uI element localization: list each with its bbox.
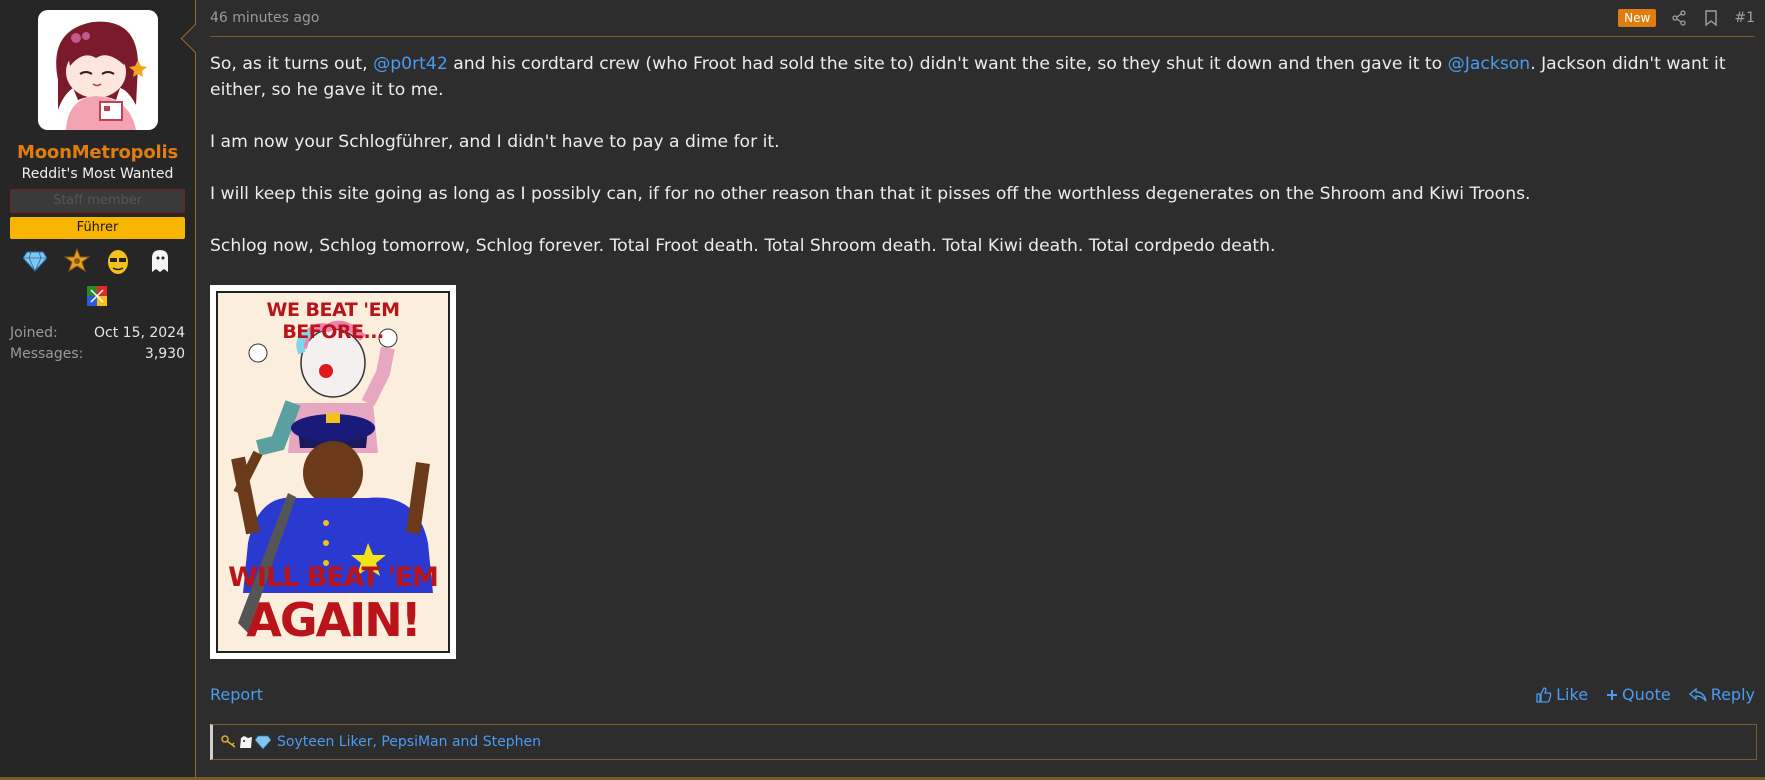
poster-image: WE BEAT 'EM BEFORE... WILL BEAT 'EM AGAI… xyxy=(216,291,450,653)
dog-icon xyxy=(238,734,254,750)
diamond-icon xyxy=(255,734,271,750)
like-button[interactable]: Like xyxy=(1536,685,1588,704)
text-span: So, as it turns out, xyxy=(210,54,374,74)
bookmark-icon[interactable] xyxy=(1702,9,1720,27)
new-badge: New xyxy=(1618,9,1657,27)
username[interactable]: MoonMetropolis xyxy=(0,142,195,163)
share-icon[interactable] xyxy=(1670,9,1688,27)
yellow-face-icon[interactable] xyxy=(104,247,132,275)
reply-icon xyxy=(1688,687,1707,701)
puzzle-flag-icon[interactable] xyxy=(84,283,112,311)
key-icon xyxy=(221,734,237,750)
post-timestamp[interactable]: 46 minutes ago xyxy=(210,10,319,26)
paragraph-1: So, as it turns out, @p0rt42 and his cor… xyxy=(210,51,1755,103)
like-label: Like xyxy=(1556,685,1589,704)
quote-label: Quote xyxy=(1622,685,1671,704)
trophy-row xyxy=(14,247,181,275)
diamond-icon[interactable] xyxy=(21,247,49,275)
user-stats: Joined: Oct 15, 2024 Messages: 3,930 xyxy=(10,323,185,365)
stat-value[interactable]: 3,930 xyxy=(145,344,185,365)
reaction-users[interactable]: Soyteen Liker, PepsiMan and Stephen xyxy=(277,734,541,750)
stat-key: Joined: xyxy=(10,325,58,341)
reaction-icons xyxy=(221,734,271,750)
thumbs-up-icon xyxy=(1536,686,1552,703)
report-link[interactable]: Report xyxy=(210,685,263,704)
post-header-actions: New #1 xyxy=(1618,9,1755,27)
plus-icon xyxy=(1607,689,1618,700)
staff-banner: Staff member xyxy=(10,189,185,213)
paragraph-4: Schlog now, Schlog tomorrow, Schlog fore… xyxy=(210,236,1276,256)
reply-button[interactable]: Reply xyxy=(1688,685,1755,704)
text-span: and his cordtard crew (who Froot had sol… xyxy=(447,54,1448,74)
post-body: So, as it turns out, @p0rt42 and his cor… xyxy=(210,51,1755,259)
paragraph-3: I will keep this site going as long as I… xyxy=(210,184,1531,204)
rank-banner: Führer xyxy=(10,217,185,239)
post-number[interactable]: #1 xyxy=(1734,10,1755,26)
attachment-image[interactable]: WE BEAT 'EM BEFORE... WILL BEAT 'EM AGAI… xyxy=(210,285,456,659)
user-info-panel: MoonMetropolis Reddit's Most Wanted Staf… xyxy=(0,0,211,780)
reply-label: Reply xyxy=(1710,685,1755,704)
mention-link[interactable]: @p0rt42 xyxy=(373,54,448,74)
quote-button[interactable]: Quote xyxy=(1606,685,1671,704)
poster-bottom-text: WILL BEAT 'EM xyxy=(228,562,439,593)
post-main: 46 minutes ago New #1 So, as it turns ou… xyxy=(196,0,1765,780)
user-title: Reddit's Most Wanted xyxy=(21,166,174,182)
post-actions-right: Like Quote Reply xyxy=(1536,685,1755,704)
poster-bottom-text-large: AGAIN! xyxy=(246,593,422,647)
sheriff-star-icon[interactable] xyxy=(63,247,91,275)
stat-messages: Messages: 3,930 xyxy=(10,344,185,365)
post-container: MoonMetropolis Reddit's Most Wanted Staf… xyxy=(0,0,1765,780)
reactions-bar[interactable]: Soyteen Liker, PepsiMan and Stephen xyxy=(210,724,1757,760)
mention-link[interactable]: @Jackson xyxy=(1448,54,1531,74)
stat-value: Oct 15, 2024 xyxy=(94,325,185,341)
post-header: 46 minutes ago New #1 xyxy=(210,0,1755,37)
post-actions: Report Like Quote Reply xyxy=(210,685,1755,704)
poster-top-text: WE BEAT 'EM BEFORE... xyxy=(266,299,400,343)
paragraph-2: I am now your Schlogführer, and I didn't… xyxy=(210,132,780,152)
avatar[interactable] xyxy=(37,10,158,130)
ghost-icon[interactable] xyxy=(146,247,174,275)
trophy-row-2 xyxy=(0,283,195,311)
stat-key: Messages: xyxy=(10,346,84,362)
stat-joined: Joined: Oct 15, 2024 xyxy=(10,323,185,344)
